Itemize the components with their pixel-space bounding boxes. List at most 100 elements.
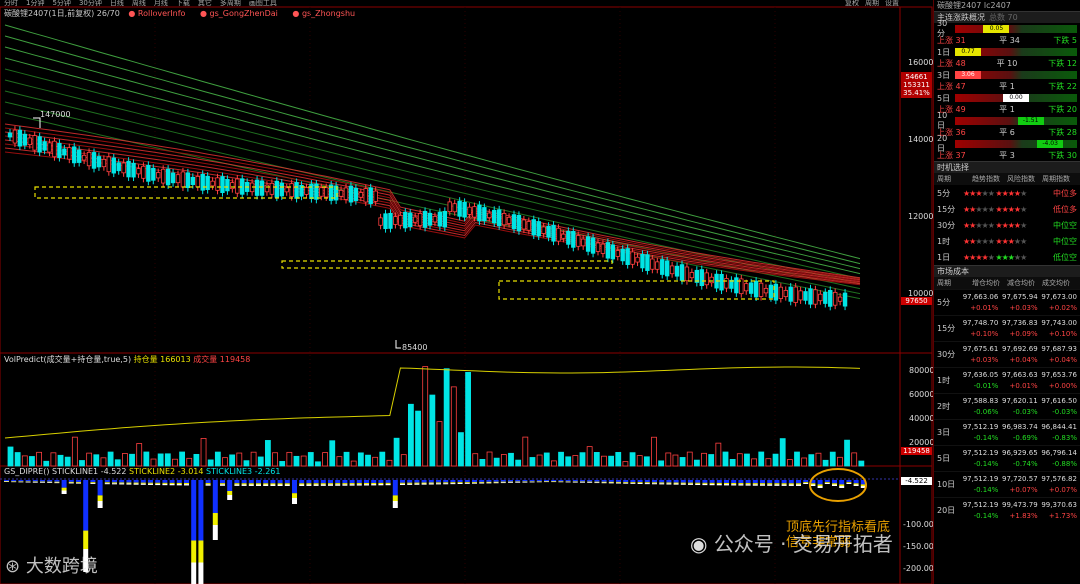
cost-price: 97,687.93 bbox=[1041, 344, 1077, 353]
cost-price: 97,743.00 bbox=[1041, 318, 1077, 327]
volume-bar bbox=[493, 457, 500, 467]
timing-row[interactable]: 1日 ★★★★★ ★★★★★ 低位空 bbox=[934, 249, 1080, 265]
cost-cell: 96,929.65 -0.74% bbox=[998, 448, 1038, 470]
candle-body bbox=[57, 142, 62, 158]
dipre-bar-yellow bbox=[392, 495, 398, 501]
dipre-bar-white bbox=[594, 482, 600, 484]
cost-period: 5分 bbox=[937, 298, 951, 307]
cost-col-header[interactable]: 周期 bbox=[937, 277, 972, 289]
dipre-bar-blue bbox=[544, 480, 549, 482]
volume-bar bbox=[193, 453, 200, 467]
candle-body bbox=[309, 183, 314, 200]
volume-bar bbox=[758, 451, 765, 467]
dipre-bar-yellow bbox=[414, 482, 420, 484]
dipre-bar-white bbox=[443, 483, 449, 485]
dipre-bar-blue bbox=[623, 480, 629, 483]
volume-bar bbox=[829, 451, 836, 467]
cost-price: 97,636.05 bbox=[962, 370, 999, 379]
candle-body bbox=[294, 182, 299, 199]
cost-price: 97,588.83 bbox=[962, 396, 999, 405]
timing-row[interactable]: 1时 ★★★★★ ★★★★★ 中位空 bbox=[934, 233, 1080, 249]
candle-body bbox=[417, 213, 423, 226]
dipre-bar-yellow bbox=[788, 483, 794, 485]
chart-area[interactable] bbox=[0, 0, 933, 584]
volume-bar bbox=[679, 457, 686, 467]
dipre-bar-white bbox=[450, 483, 456, 485]
candle-body bbox=[52, 140, 57, 158]
dipre-bar-blue bbox=[263, 480, 269, 484]
dipre-bar-white bbox=[47, 482, 53, 483]
dipre-bar-blue bbox=[493, 480, 499, 482]
timing-row[interactable]: 5分 ★★★★★ ★★★★★ 中位多 bbox=[934, 185, 1080, 201]
dipre-bar-blue bbox=[83, 480, 89, 531]
timing-period: 1日 bbox=[937, 252, 951, 262]
dipre-bar-yellow bbox=[752, 483, 758, 485]
cost-cell: 99,473.79 +1.83% bbox=[998, 500, 1038, 522]
trend-flat-count: 6 bbox=[1009, 128, 1015, 137]
dipre-bar-white bbox=[572, 481, 578, 483]
volume-bar bbox=[651, 436, 657, 467]
trend-down-label: 下跌 bbox=[1048, 105, 1065, 114]
candle-body bbox=[284, 187, 289, 193]
candle-body bbox=[635, 256, 640, 263]
timing-row[interactable]: 15分 ★★★★★ ★★★★★ 低位多 bbox=[934, 201, 1080, 217]
dipre-bar-yellow bbox=[616, 481, 621, 483]
dipre-bar-blue bbox=[97, 480, 103, 496]
cost-cell: 97,748.70 +0.10% bbox=[959, 318, 999, 340]
dipre-bar-blue bbox=[126, 480, 132, 483]
dipre-bar-white bbox=[680, 483, 686, 485]
dipre-bar-yellow bbox=[220, 483, 225, 485]
cost-cell: 97,636.05 -0.01% bbox=[959, 370, 999, 392]
candle-body bbox=[432, 216, 438, 223]
dipre-bar-white bbox=[414, 483, 420, 485]
dipre-bar-white bbox=[364, 484, 369, 486]
cost-values: 97,636.05 -0.01% 97,663.63 +0.01% 97,653.76 +… bbox=[959, 370, 1077, 392]
trend-bar: 3.06 bbox=[955, 71, 1077, 79]
dipre-bar-blue bbox=[248, 480, 254, 484]
dipre-bar-white bbox=[544, 481, 549, 483]
dipre-bar-white bbox=[767, 484, 773, 486]
timing-col-header[interactable]: 风险指数 bbox=[1007, 173, 1042, 185]
cost-cell: 97,588.83 -0.06% bbox=[959, 396, 999, 418]
volume-panel-label: VolPredict(成交量+持仓量,true,5) 持仓量 166013 成交… bbox=[4, 355, 251, 364]
trend-down-count: 30 bbox=[1066, 151, 1077, 160]
dipre-bar-white bbox=[738, 484, 744, 486]
volume-bar bbox=[386, 459, 393, 467]
star-icon: ★ bbox=[987, 204, 995, 214]
dipre-bar-white bbox=[752, 484, 758, 486]
timing-row[interactable]: 30分 ★★★★★ ★★★★★ 中位空 bbox=[934, 217, 1080, 233]
trend-down: 下跌 22 bbox=[1048, 81, 1077, 92]
dipre-bar-yellow bbox=[724, 482, 729, 485]
dipre-bar-white bbox=[839, 486, 845, 488]
timing-col-header[interactable]: 周期 bbox=[937, 173, 972, 185]
volume-bar bbox=[172, 458, 178, 467]
candle-body bbox=[472, 206, 477, 218]
timing-col-header[interactable]: 趋势指数 bbox=[972, 173, 1007, 185]
volume-bar bbox=[200, 438, 207, 467]
candle-body bbox=[516, 214, 522, 232]
dipre-bar-white bbox=[601, 482, 607, 484]
cost-cell: 97,736.83 +0.09% bbox=[998, 318, 1038, 340]
cost-col-header[interactable]: 成交均价 bbox=[1042, 277, 1077, 289]
dipre-bar-yellow bbox=[832, 483, 837, 485]
candle-body bbox=[689, 272, 695, 279]
volume-bar bbox=[243, 460, 250, 467]
dipre-bar-white bbox=[104, 483, 110, 485]
dipre-bar-blue bbox=[565, 480, 571, 482]
dipre-bar-blue bbox=[508, 480, 513, 482]
brand-watermark-left: ⊛ 大数跨境 bbox=[5, 556, 98, 577]
dipre-bar-white bbox=[695, 483, 701, 486]
timing-col-header[interactable]: 周期指数 bbox=[1042, 173, 1077, 185]
cost-col-header[interactable]: 增仓均价 bbox=[972, 277, 1007, 289]
dipre-bar-blue bbox=[529, 480, 535, 482]
cost-pct: -0.74% bbox=[1012, 459, 1038, 468]
dipre-bar-yellow bbox=[594, 481, 600, 483]
trend-section-title: 主连涨跌概况 总数 70 bbox=[934, 11, 1080, 23]
cost-price: 96,983.74 bbox=[1002, 422, 1038, 431]
timing-position: 中位多 bbox=[1053, 188, 1077, 198]
star-icon: ★ bbox=[987, 236, 995, 246]
cost-col-header[interactable]: 减仓均价 bbox=[1007, 277, 1042, 289]
cost-cell: 97,512.19 -0.14% bbox=[959, 448, 999, 470]
dipre-bar-yellow bbox=[191, 540, 197, 563]
volume-bar bbox=[744, 453, 750, 467]
